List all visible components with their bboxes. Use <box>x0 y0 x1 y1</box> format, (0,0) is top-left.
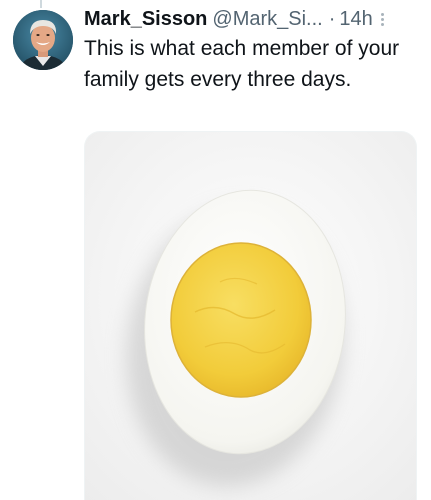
tweet-text: This is what each member of your family … <box>84 37 400 91</box>
header-separator: · <box>328 7 336 30</box>
author-handle[interactable]: @Mark_Si... <box>212 8 322 31</box>
thread-connector-line <box>40 0 42 8</box>
more-options-icon[interactable] <box>379 10 386 28</box>
avatar-photo-icon <box>13 10 73 70</box>
tweet-header: Mark_Sisson @Mark_Si... · 14h <box>84 6 417 32</box>
tweet-timestamp[interactable]: 14h <box>339 8 372 31</box>
author-name[interactable]: Mark_Sisson <box>84 8 207 31</box>
tweet-media-image[interactable] <box>84 131 417 500</box>
boiled-egg-image <box>85 132 416 500</box>
tweet-card[interactable]: Mark_Sisson @Mark_Si... · 14h This is wh… <box>0 0 431 500</box>
author-avatar[interactable] <box>13 10 73 70</box>
